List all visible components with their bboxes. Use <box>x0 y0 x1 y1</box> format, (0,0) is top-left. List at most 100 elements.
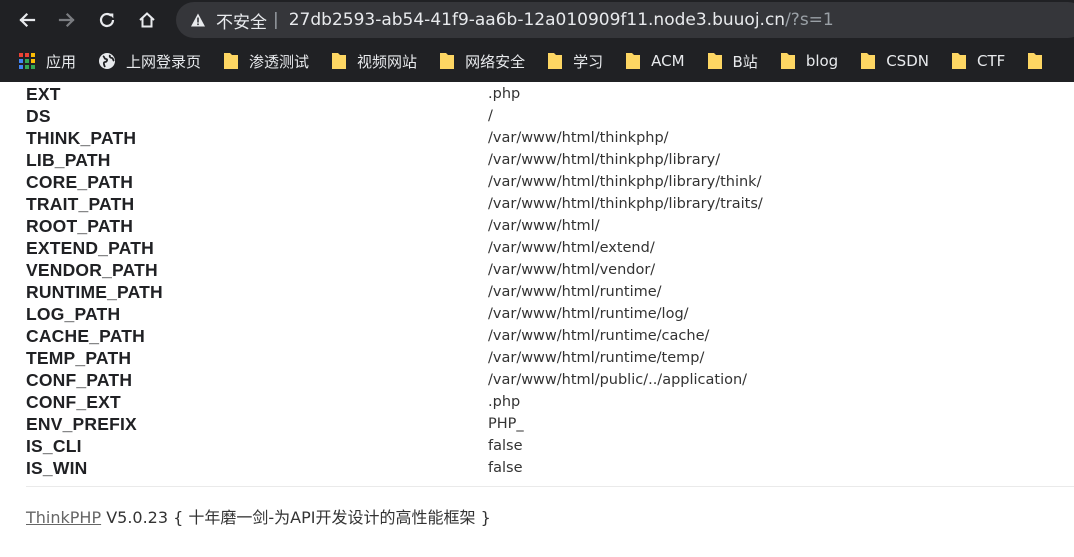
address-separator: | <box>273 10 279 30</box>
folder-icon <box>780 53 795 69</box>
constant-row: DS / <box>26 105 1074 127</box>
constant-row: CORE_PATH/var/www/html/thinkphp/library/… <box>26 171 1074 193</box>
bookmark-folder-acm[interactable]: ACM <box>625 40 685 82</box>
thinkphp-footer: ThinkPHP V5.0.23 { 十年磨一剑-为API开发设计的高性能框架 … <box>26 504 491 528</box>
constant-name: ENV_PREFIX <box>26 413 137 434</box>
bookmark-label: B站 <box>732 52 758 71</box>
address-bar[interactable]: 不安全 | 27db2593-ab54-41f9-aa6b-12a010909f… <box>176 2 1074 38</box>
reload-button[interactable] <box>87 0 127 40</box>
bookmark-label: CTF <box>976 52 1006 70</box>
bookmark-folder-overflow[interactable] <box>1027 40 1053 82</box>
bookmark-folder-bilibili[interactable]: B站 <box>707 40 758 82</box>
bookmark-folder-video[interactable]: 视频网站 <box>331 40 417 82</box>
folder-icon <box>626 53 641 69</box>
constant-row: CONF_PATH/var/www/html/public/../applica… <box>26 369 1074 391</box>
bookmark-label: 渗透测试 <box>249 52 310 71</box>
constant-name: EXT <box>26 83 61 104</box>
folder-icon <box>224 53 239 69</box>
reload-icon <box>99 12 115 28</box>
constant-value: /var/www/html/runtime/log/ <box>488 306 689 322</box>
constant-row: IS_WIN false <box>26 457 1074 479</box>
globe-icon <box>99 53 116 69</box>
bookmark-folder-csdn[interactable]: CSDN <box>860 40 929 82</box>
bookmark-apps[interactable]: 应用 <box>18 40 76 82</box>
thinkphp-link[interactable]: ThinkPHP <box>26 508 101 527</box>
constant-value: /var/www/html/thinkphp/library/think/ <box>488 174 762 190</box>
constant-row: CACHE_PATH/var/www/html/runtime/cache/ <box>26 325 1074 347</box>
constant-value: /var/www/html/ <box>488 218 600 234</box>
constant-value: /var/www/html/runtime/ <box>488 284 662 300</box>
warning-triangle-icon[interactable] <box>190 12 206 28</box>
page-content: EXT .php DS / THINK_PATH/var/www/html/thinkp… <box>0 82 1074 557</box>
constant-row: ENV_PREFIX PHP_ <box>26 413 1074 435</box>
constant-name: CACHE_PATH <box>26 325 145 346</box>
bookmark-label: 视频网站 <box>357 52 418 71</box>
constant-value: .php <box>488 86 521 102</box>
constant-name: DS <box>26 105 51 126</box>
arrow-right-icon <box>58 12 75 28</box>
bookmark-label: 上网登录页 <box>126 52 202 71</box>
constant-value: / <box>488 108 493 124</box>
slogan-text: { 十年磨一剑-为API开发设计的高性能框架 } <box>173 508 491 527</box>
constant-name: TRAIT_PATH <box>26 193 135 214</box>
folder-icon <box>332 53 347 69</box>
address-host[interactable]: 27db2593-ab54-41f9-aa6b-12a010909f11.nod… <box>289 10 785 30</box>
constant-row: TEMP_PATH/var/www/html/runtime/temp/ <box>26 347 1074 369</box>
bookmark-label: blog <box>805 52 839 70</box>
bookmark-folder-ctf[interactable]: CTF <box>951 40 1005 82</box>
bookmarks-bar: 应用 上网登录页 渗透测试 视频网站 网络安全 学习 ACM B站 blog C… <box>0 40 1074 82</box>
constant-row: IS_CLI false <box>26 435 1074 457</box>
back-button[interactable] <box>7 0 47 40</box>
folder-icon <box>707 53 722 69</box>
constant-row: LIB_PATH/var/www/html/thinkphp/library/ <box>26 149 1074 171</box>
constant-value: /var/www/html/runtime/temp/ <box>488 350 705 366</box>
constants-table: EXT .php DS / THINK_PATH/var/www/html/thinkp… <box>26 83 1074 479</box>
bookmark-label: 网络安全 <box>465 52 526 71</box>
bookmark-login-page[interactable]: 上网登录页 <box>98 40 201 82</box>
constant-name: LOG_PATH <box>26 303 121 324</box>
constant-row: ROOT_PATH/var/www/html/ <box>26 215 1074 237</box>
folder-icon <box>440 53 455 69</box>
address-path[interactable]: /?s=1 <box>785 10 834 30</box>
constant-row: THINK_PATH/var/www/html/thinkphp/ <box>26 127 1074 149</box>
constant-value: /var/www/html/thinkphp/library/traits/ <box>488 196 763 212</box>
home-icon <box>139 12 155 28</box>
bookmark-folder-pentest[interactable]: 渗透测试 <box>223 40 309 82</box>
constant-name: IS_CLI <box>26 435 82 456</box>
home-button[interactable] <box>127 0 167 40</box>
constant-value: /var/www/html/thinkphp/ <box>488 130 669 146</box>
constant-name: IS_WIN <box>26 457 88 478</box>
constant-value: /var/www/html/extend/ <box>488 240 655 256</box>
version-text: V5.0.23 <box>106 508 169 527</box>
folder-icon <box>1028 53 1043 69</box>
bookmark-folder-study[interactable]: 学习 <box>547 40 603 82</box>
folder-icon <box>861 53 876 69</box>
constant-row: VENDOR_PATH/var/www/html/vendor/ <box>26 259 1074 281</box>
constant-name: CORE_PATH <box>26 171 134 192</box>
constant-name: ROOT_PATH <box>26 215 134 236</box>
constant-value: /var/www/html/thinkphp/library/ <box>488 152 721 168</box>
browser-toolbar: 不安全 | 27db2593-ab54-41f9-aa6b-12a010909f… <box>0 0 1074 40</box>
constant-row: TRAIT_PATH/var/www/html/thinkphp/library… <box>26 193 1074 215</box>
constant-value: false <box>488 460 523 476</box>
constant-name: VENDOR_PATH <box>26 259 158 280</box>
constant-value: /var/www/html/runtime/cache/ <box>488 328 710 344</box>
bookmark-folder-blog[interactable]: blog <box>780 40 838 82</box>
constant-row: EXTEND_PATH/var/www/html/extend/ <box>26 237 1074 259</box>
folder-icon <box>548 53 563 69</box>
bookmark-folder-security[interactable]: 网络安全 <box>439 40 525 82</box>
bookmark-label: CSDN <box>886 52 929 70</box>
constant-name: LIB_PATH <box>26 149 111 170</box>
constant-row: CONF_EXT .php <box>26 391 1074 413</box>
constant-row: LOG_PATH/var/www/html/runtime/log/ <box>26 303 1074 325</box>
constant-name: EXTEND_PATH <box>26 237 154 258</box>
constant-name: CONF_PATH <box>26 369 133 390</box>
bookmark-label: 学习 <box>573 52 604 71</box>
bookmark-label: 应用 <box>46 52 77 71</box>
security-label[interactable]: 不安全 <box>216 8 267 33</box>
constant-value: /var/www/html/vendor/ <box>488 262 656 278</box>
apps-grid-icon <box>19 53 35 69</box>
forward-button[interactable] <box>47 0 87 40</box>
constant-name: TEMP_PATH <box>26 347 132 368</box>
constant-value: .php <box>488 394 521 410</box>
